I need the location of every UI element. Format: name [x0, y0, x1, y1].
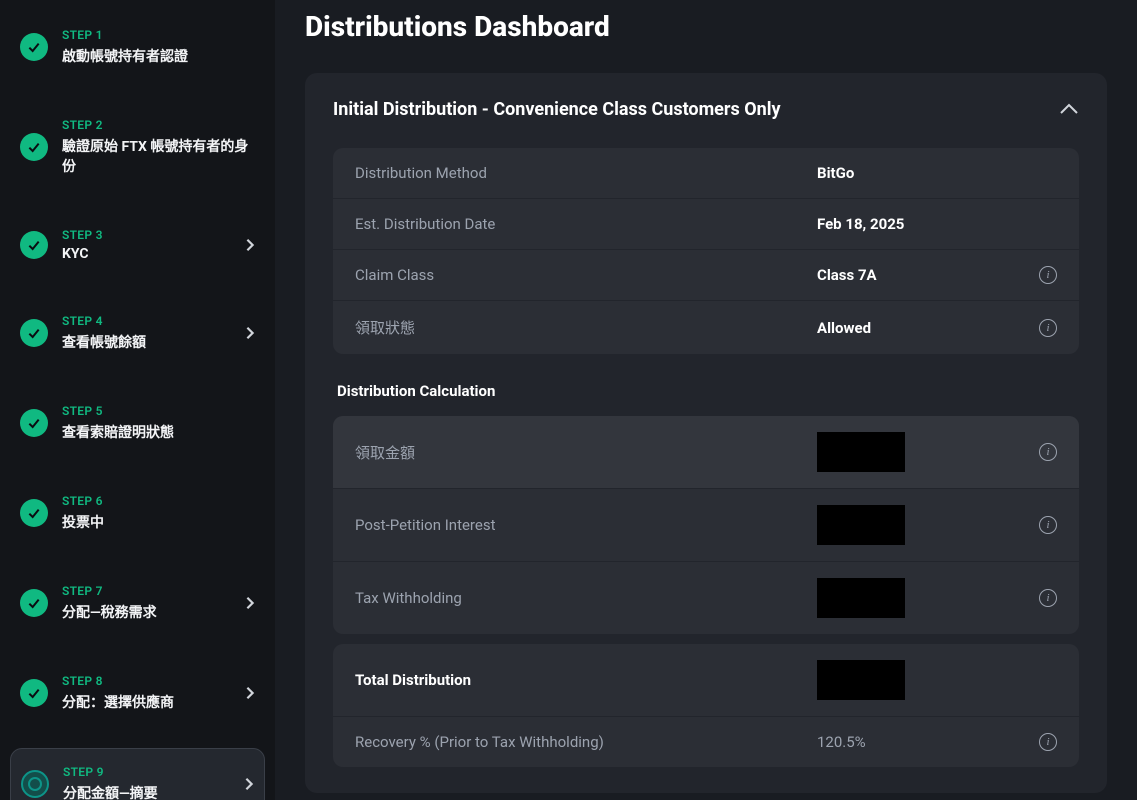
sidebar: STEP 1 啟動帳號持有者認證 STEP 2 驗證原始 FTX 帳號持有者的身…: [0, 0, 275, 800]
step-title: 查看帳號餘額: [62, 332, 245, 352]
distribution-info-block: Distribution Method BitGo Est. Distribut…: [333, 148, 1079, 354]
step-2[interactable]: STEP 2 驗證原始 FTX 帳號持有者的身份: [10, 102, 265, 192]
step-title: KYC: [62, 246, 245, 262]
redacted-value: [817, 660, 905, 700]
chevron-right-icon: [244, 777, 254, 791]
step-title: 驗證原始 FTX 帳號持有者的身份: [62, 136, 255, 176]
calc-label: Recovery % (Prior to Tax Withholding): [355, 733, 817, 751]
info-icon[interactable]: i: [1039, 589, 1057, 607]
step-title: 分配—稅務需求: [62, 602, 245, 622]
main-content: Distributions Dashboard Initial Distribu…: [275, 0, 1137, 800]
calc-label: Tax Withholding: [355, 589, 817, 607]
info-icon[interactable]: i: [1039, 516, 1057, 534]
step-1[interactable]: STEP 1 啟動帳號持有者認證: [10, 12, 265, 82]
step-8[interactable]: STEP 8 分配：選擇供應商: [10, 658, 265, 728]
chevron-right-icon: [245, 596, 255, 610]
chevron-right-icon: [245, 238, 255, 252]
step-title: 分配：選擇供應商: [62, 692, 245, 712]
step-label: STEP 9: [63, 765, 244, 779]
info-label: Distribution Method: [355, 164, 817, 182]
calc-label: Total Distribution: [355, 671, 817, 689]
info-label: Claim Class: [355, 266, 817, 284]
step-label: STEP 5: [62, 404, 255, 418]
chevron-right-icon: [245, 326, 255, 340]
card-title: Initial Distribution - Convenience Class…: [333, 99, 781, 120]
info-icon[interactable]: i: [1039, 443, 1057, 461]
calc-label: Post-Petition Interest: [355, 516, 817, 534]
check-icon: [20, 133, 48, 161]
calc-value: 120.5%: [817, 733, 866, 751]
info-icon[interactable]: i: [1039, 319, 1057, 337]
step-title: 查看索賠證明狀態: [62, 422, 255, 442]
info-value: Allowed: [817, 319, 871, 337]
step-label: STEP 4: [62, 314, 245, 328]
calc-row-total: Total Distribution: [333, 644, 1079, 717]
check-icon: [20, 231, 48, 259]
info-row-date: Est. Distribution Date Feb 18, 2025: [333, 199, 1079, 250]
step-label: STEP 8: [62, 674, 245, 688]
calc-block-1: 領取金額 i Post-Petition Interest i Tax With…: [333, 416, 1079, 634]
info-icon[interactable]: i: [1039, 266, 1057, 284]
step-title: 分配金額—摘要: [63, 783, 244, 800]
redacted-value: [817, 432, 905, 472]
redacted-value: [817, 505, 905, 545]
step-label: STEP 6: [62, 494, 255, 508]
step-label: STEP 3: [62, 228, 245, 242]
calc-row-amount: 領取金額 i: [333, 416, 1079, 489]
step-label: STEP 7: [62, 584, 245, 598]
info-value: Feb 18, 2025: [817, 215, 904, 233]
step-7[interactable]: STEP 7 分配—稅務需求: [10, 568, 265, 638]
step-3[interactable]: STEP 3 KYC: [10, 212, 265, 278]
info-row-status: 領取狀態 Allowed i: [333, 301, 1079, 354]
step-9[interactable]: STEP 9 分配金額—摘要: [10, 748, 265, 800]
check-icon: [20, 319, 48, 347]
info-value: BitGo: [817, 164, 854, 182]
step-label: STEP 2: [62, 118, 255, 132]
calc-row-interest: Post-Petition Interest i: [333, 489, 1079, 562]
page-title: Distributions Dashboard: [305, 10, 1107, 43]
step-title: 啟動帳號持有者認證: [62, 46, 255, 66]
card-header[interactable]: Initial Distribution - Convenience Class…: [333, 99, 1079, 120]
calc-row-recovery: Recovery % (Prior to Tax Withholding) 12…: [333, 717, 1079, 767]
calc-row-tax: Tax Withholding i: [333, 562, 1079, 634]
step-label: STEP 1: [62, 28, 255, 42]
step-title: 投票中: [62, 512, 255, 532]
info-icon[interactable]: i: [1039, 733, 1057, 751]
info-label: 領取狀態: [355, 317, 817, 338]
step-5[interactable]: STEP 5 查看索賠證明狀態: [10, 388, 265, 458]
check-icon: [20, 499, 48, 527]
calc-label: 領取金額: [355, 442, 817, 463]
check-icon: [20, 679, 48, 707]
chevron-right-icon: [245, 686, 255, 700]
info-label: Est. Distribution Date: [355, 215, 817, 233]
check-icon: [20, 409, 48, 437]
info-row-claim-class: Claim Class Class 7A i: [333, 250, 1079, 301]
step-6[interactable]: STEP 6 投票中: [10, 478, 265, 548]
calc-block-2: Total Distribution Recovery % (Prior to …: [333, 644, 1079, 767]
chevron-up-icon[interactable]: [1059, 100, 1079, 119]
check-icon: [20, 33, 48, 61]
step-4[interactable]: STEP 4 查看帳號餘額: [10, 298, 265, 368]
check-icon: [20, 589, 48, 617]
info-row-method: Distribution Method BitGo: [333, 148, 1079, 199]
distribution-card: Initial Distribution - Convenience Class…: [305, 73, 1107, 793]
calc-heading: Distribution Calculation: [337, 382, 1079, 400]
current-step-icon: [21, 770, 49, 798]
redacted-value: [817, 578, 905, 618]
info-value: Class 7A: [817, 266, 877, 284]
